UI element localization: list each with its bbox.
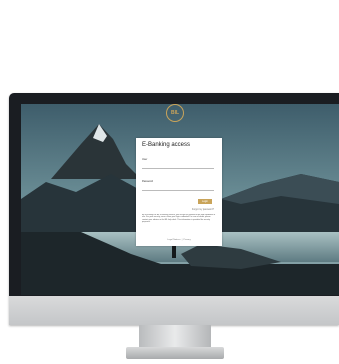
login-card: E-Banking access User Password Login For… [136, 138, 222, 246]
login-title: E-Banking access [142, 142, 191, 148]
login-button[interactable]: Login [198, 199, 212, 204]
footer-links: Legal Notices | Privacy [167, 239, 191, 241]
info-text: By accessing the BIL e-banking service, … [142, 214, 216, 223]
username-input[interactable] [142, 163, 214, 169]
monitor-stand-base [126, 347, 224, 359]
legal-notices-link[interactable]: Legal Notices [167, 239, 180, 241]
username-label: User [142, 158, 148, 161]
monitor-chin [9, 296, 339, 325]
bil-logo: BIL [166, 104, 184, 122]
forgot-password-link[interactable]: Forgot my password? [192, 209, 214, 211]
password-input[interactable] [142, 185, 214, 191]
privacy-link[interactable]: Privacy [184, 239, 191, 241]
monitor-stand-neck [139, 325, 211, 349]
password-label: Password [142, 180, 153, 183]
